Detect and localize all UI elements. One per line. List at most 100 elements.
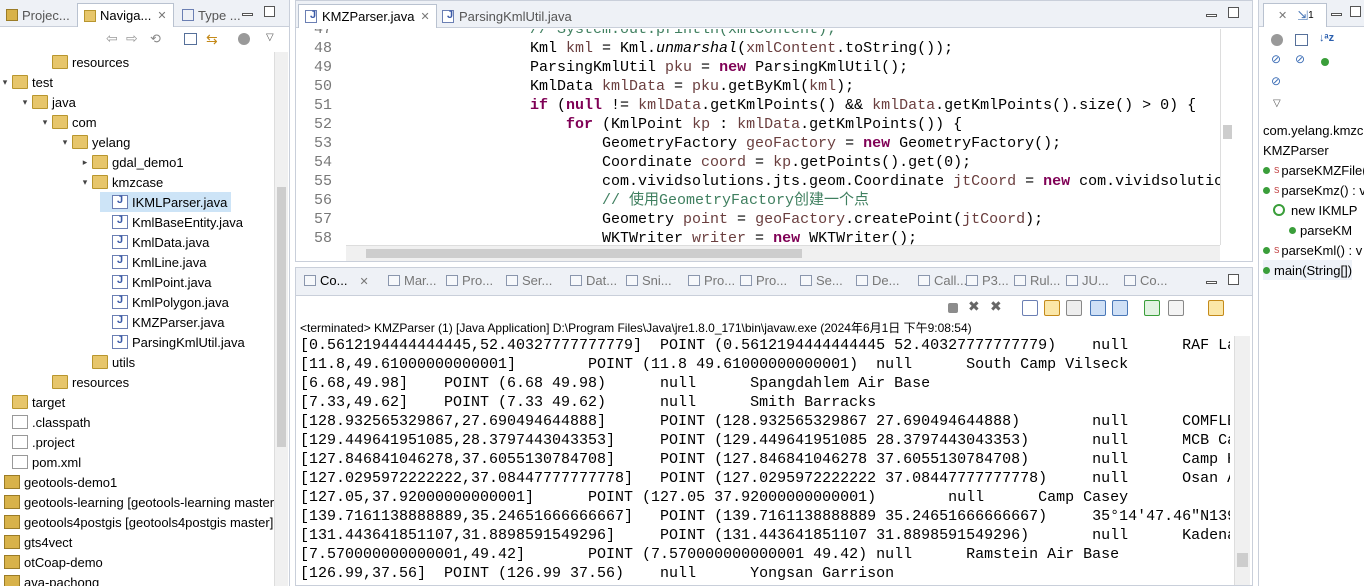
view-menu-icon[interactable]: ▽ xyxy=(1273,98,1281,109)
console-view-tab[interactable]: Dat... xyxy=(570,273,617,288)
tree-item[interactable]: target xyxy=(0,392,65,412)
tree-item[interactable]: KmlData.java xyxy=(100,232,209,252)
console-view-tab[interactable]: Mar... xyxy=(388,273,437,288)
expanded-icon[interactable]: ▾ xyxy=(40,117,50,128)
tree-item[interactable]: gts4vect xyxy=(0,532,72,552)
view-menu-icon[interactable]: ▽ xyxy=(266,32,274,43)
tree-item[interactable]: IKMLParser.java xyxy=(100,192,232,212)
tree-item[interactable]: geotools-learning [geotools-learning mas… xyxy=(0,492,274,512)
outline-item[interactable]: new IKMLP xyxy=(1273,200,1357,220)
maximize-button[interactable] xyxy=(1228,274,1239,285)
pin-console-icon[interactable] xyxy=(1144,300,1160,316)
close-icon[interactable]: ✕ xyxy=(157,9,166,22)
console-view-tab[interactable]: Ser... xyxy=(506,273,552,288)
hide-local-types-icon[interactable]: ⊘ xyxy=(1271,74,1281,88)
hide-fields-icon[interactable]: ⊘ xyxy=(1271,52,1281,66)
tab-navigator[interactable]: Naviga... ✕ xyxy=(77,3,174,27)
tree-item[interactable]: ava-pachong xyxy=(0,572,99,586)
outline-item[interactable]: KMZParser xyxy=(1263,140,1329,160)
editor-hscroll[interactable] xyxy=(346,245,1220,261)
console-view-tab[interactable]: JU... xyxy=(1066,273,1109,288)
outline-item[interactable]: SparseKml() : v xyxy=(1263,240,1362,260)
remove-launch-icon[interactable]: ✖ xyxy=(968,298,984,314)
tree-item[interactable]: geotools-demo1 xyxy=(0,472,117,492)
console-vscroll-thumb[interactable] xyxy=(1237,553,1248,567)
tree-item[interactable]: .project xyxy=(0,432,75,452)
tree-item[interactable]: KmlLine.java xyxy=(100,252,206,272)
outline-item[interactable]: SparseKmz() : v xyxy=(1263,180,1364,200)
console-view-tab[interactable]: Se... xyxy=(800,273,843,288)
maximize-button[interactable] xyxy=(264,6,275,17)
minimize-button[interactable] xyxy=(242,13,253,16)
tab-type-hierarchy[interactable]: Type ... xyxy=(176,3,247,27)
tab-parsingkmlutil-java[interactable]: ParsingKmlUtil.java xyxy=(436,4,578,28)
collapse-all-icon[interactable] xyxy=(1295,34,1308,46)
console-view-tab[interactable]: Sni... xyxy=(626,273,672,288)
tree-item[interactable]: ▾ kmzcase xyxy=(80,172,164,192)
expanded-icon[interactable]: ▾ xyxy=(60,137,70,148)
close-icon[interactable]: ✕ xyxy=(1278,9,1287,22)
tree-item[interactable]: pom.xml xyxy=(0,452,81,472)
tab-project-explorer[interactable]: Projec... xyxy=(0,3,76,27)
remove-all-icon[interactable]: ✖ xyxy=(990,298,1006,314)
sort-icon[interactable] xyxy=(1271,34,1283,46)
outline-item[interactable]: parseKM xyxy=(1289,220,1352,240)
maximize-button[interactable] xyxy=(1350,6,1361,17)
console-view-tab[interactable]: Co... ✕ xyxy=(304,273,369,288)
alpha-sort-icon[interactable]: ↓ᵃz xyxy=(1319,32,1334,44)
tree-item[interactable]: ▾ java xyxy=(20,92,76,112)
tree-item[interactable]: resources xyxy=(40,52,129,72)
expanded-icon[interactable]: ▾ xyxy=(80,177,90,188)
tree-item[interactable]: .classpath xyxy=(0,412,91,432)
link-editor-icon[interactable]: ⇆ xyxy=(206,31,218,48)
collapse-all-icon[interactable] xyxy=(184,33,197,45)
tree-item[interactable]: ▾ com xyxy=(40,112,97,132)
outline-item[interactable]: com.yelang.kmzc xyxy=(1263,120,1363,140)
tree-scroll-thumb[interactable] xyxy=(277,187,286,447)
back-icon[interactable]: ⇦ xyxy=(106,30,118,47)
console-output[interactable]: [0.5612194444444445,52.40327777777779] P… xyxy=(300,336,1230,585)
console-view-tab[interactable]: Pro... xyxy=(446,273,493,288)
tree-item[interactable]: otCoap-demo xyxy=(0,552,103,572)
tree-item[interactable]: resources xyxy=(40,372,129,392)
editor-vscroll-thumb[interactable] xyxy=(1223,125,1232,139)
console-view-tab[interactable]: Co... xyxy=(1124,273,1167,288)
maximize-button[interactable] xyxy=(1228,7,1239,18)
close-icon[interactable]: ✕ xyxy=(359,276,368,288)
expanded-icon[interactable]: ▾ xyxy=(20,97,30,108)
collapsed-icon[interactable]: ▸ xyxy=(80,157,90,168)
hide-nonpublic-icon[interactable] xyxy=(1321,58,1329,66)
tree-item[interactable]: KmlBaseEntity.java xyxy=(100,212,243,232)
console-view-tab[interactable]: P3... xyxy=(966,273,1009,288)
show-on-error-icon[interactable] xyxy=(1112,300,1128,316)
scroll-lock-icon[interactable] xyxy=(1044,300,1060,316)
console-view-tab[interactable]: Rul... xyxy=(1014,273,1060,288)
show-on-output-icon[interactable] xyxy=(1090,300,1106,316)
up-icon[interactable]: ⟲ xyxy=(150,31,161,47)
tree-item[interactable]: ▾ yelang xyxy=(60,132,131,152)
tree-item[interactable]: KmlPoint.java xyxy=(100,272,211,292)
editor-hscroll-thumb[interactable] xyxy=(366,249,802,258)
console-vscroll[interactable] xyxy=(1234,336,1250,585)
tree-item[interactable]: KmlPolygon.java xyxy=(100,292,229,312)
console-view-tab[interactable]: Call... xyxy=(918,273,967,288)
minimize-button[interactable] xyxy=(1331,13,1342,16)
tab-outline[interactable]: ✕ ⇲ 1 xyxy=(1263,3,1327,27)
tree-item[interactable]: utils xyxy=(80,352,135,372)
tree-item[interactable]: geotools4postgis [geotools4postgis maste… xyxy=(0,512,273,532)
tree-item[interactable]: KMZParser.java xyxy=(100,312,224,332)
expanded-icon[interactable]: ▾ xyxy=(0,77,10,88)
tree-scrollbar[interactable] xyxy=(274,52,288,586)
word-wrap-icon[interactable] xyxy=(1066,300,1082,316)
tab-kmzparser-java[interactable]: KMZParser.java ✕ xyxy=(298,4,437,28)
tree-item[interactable]: ▸ gdal_demo1 xyxy=(80,152,184,172)
console-view-tab[interactable]: Pro... xyxy=(740,273,787,288)
forward-icon[interactable]: ⇨ xyxy=(126,30,138,47)
filter-icon[interactable] xyxy=(238,33,250,45)
tree-item[interactable]: ▾ test xyxy=(0,72,53,92)
code-editor[interactable]: 47 // System.out.println(xmlContent); 48 Km… xyxy=(296,29,1226,245)
terminate-icon[interactable] xyxy=(948,303,958,313)
console-view-tab[interactable]: De... xyxy=(856,273,899,288)
console-view-tab[interactable]: Pro... xyxy=(688,273,735,288)
editor-vscroll[interactable] xyxy=(1220,29,1234,245)
